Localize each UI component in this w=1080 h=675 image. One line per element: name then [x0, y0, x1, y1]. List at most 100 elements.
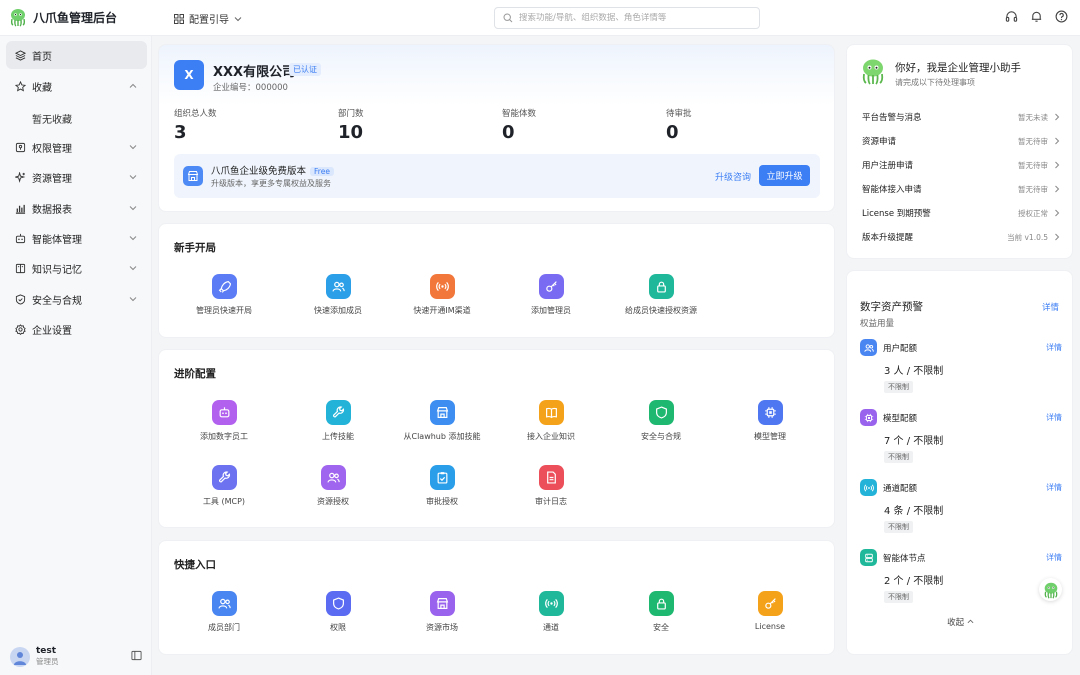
- quick-action-key[interactable]: License: [715, 591, 825, 631]
- quick-action-lock[interactable]: 安全: [606, 591, 716, 633]
- quick-action-icon: [538, 465, 564, 490]
- quota-header: 模型配额: [860, 409, 1062, 426]
- quick-action-signal[interactable]: 快速开通IM渠道: [387, 274, 497, 316]
- avatar: [10, 646, 30, 667]
- brand[interactable]: 八爪鱼管理后台: [8, 7, 117, 27]
- quick-action-label: 资源市场: [426, 623, 458, 632]
- todo-item[interactable]: License 到期预警 授权正常: [862, 207, 1060, 219]
- quota-label: 智能体节点: [883, 553, 926, 564]
- quick-action-chip[interactable]: 模型管理: [715, 400, 825, 442]
- quota-icon: [860, 339, 877, 356]
- todo-item[interactable]: 平台告警与消息 暂无未读: [862, 111, 1060, 123]
- todo-status-wrap: 当前 v1.0.5: [1007, 231, 1060, 243]
- quick-action-store[interactable]: 资源市场: [387, 591, 497, 633]
- sidebar-item-label: 企业设置: [32, 325, 72, 337]
- assets-card: 数字资产预警 详情 权益用量 用户配额 详情 3 人 / 不限制 不限制 模型配额 详情 7…: [846, 270, 1073, 655]
- section-title: 进阶配置: [174, 368, 216, 380]
- quick-action-label: 资源授权: [317, 497, 349, 506]
- user-profile[interactable]: test 管理员: [10, 646, 142, 667]
- sidebar-item-agents[interactable]: 智能体管理: [6, 224, 147, 252]
- upgrade-consult-link[interactable]: 升级咨询: [715, 170, 751, 183]
- quick-action-users[interactable]: 快速添加成员: [283, 274, 393, 316]
- quota-value: 7 个 / 不限制: [884, 436, 944, 447]
- chip-icon: [764, 407, 776, 418]
- quick-action-file[interactable]: 审计日志: [496, 465, 606, 507]
- sidebar-item-permissions[interactable]: 权限管理: [6, 133, 147, 161]
- sidebar-collapse-icon[interactable]: [131, 650, 142, 661]
- quota-label: 模型配额: [883, 413, 918, 424]
- search-input[interactable]: [519, 13, 754, 23]
- todo-item[interactable]: 智能体接入申请 暂无待审: [862, 183, 1060, 195]
- quick-action-signal[interactable]: 通道: [496, 591, 606, 633]
- quota-header: 用户配额: [860, 339, 1062, 356]
- quota-detail-link[interactable]: 详情: [1046, 412, 1062, 423]
- sidebar-item-security[interactable]: 安全与合规: [6, 285, 147, 313]
- quick-action-label: 模型管理: [754, 432, 786, 441]
- quick-action-icon: [538, 591, 564, 616]
- shield-icon: [15, 293, 26, 305]
- grid-icon: [174, 13, 184, 24]
- quick-action-lock[interactable]: 给成员快速授权资源: [606, 274, 716, 316]
- quick-action-shield[interactable]: 安全与合规: [606, 400, 716, 442]
- quota-label: 用户配额: [883, 343, 918, 354]
- sidebar-item-favorites[interactable]: 收藏: [6, 72, 147, 100]
- floating-assistant-button[interactable]: [1039, 578, 1062, 601]
- sidebar-item-label: 数据报表: [32, 204, 72, 216]
- help-icon[interactable]: [1055, 10, 1068, 23]
- quick-action-wrench[interactable]: 上传技能: [283, 400, 393, 442]
- quick-action-key[interactable]: 添加管理员: [496, 274, 606, 316]
- quick-action-label: 工具 (MCP): [202, 497, 246, 506]
- todo-item[interactable]: 版本升级提醒 当前 v1.0.5: [862, 231, 1060, 243]
- quick-action-store[interactable]: 从Clawhub 添加技能: [387, 400, 497, 442]
- signal-icon: [435, 281, 449, 292]
- quick-action-shield[interactable]: 权限: [283, 591, 393, 633]
- sidebar-item-resources[interactable]: 资源管理: [6, 163, 147, 191]
- users-icon: [217, 598, 231, 609]
- quick-action-label: 审计日志: [535, 497, 567, 506]
- bell-icon[interactable]: [1030, 10, 1043, 23]
- quota-item: 通道配额 详情 4 条 / 不限制 不限制: [860, 479, 1062, 533]
- quota-detail-link[interactable]: 详情: [1046, 342, 1062, 353]
- sidebar-item-label: 收藏: [32, 82, 52, 94]
- headset-icon[interactable]: [1005, 10, 1018, 23]
- sidebar-item-reports[interactable]: 数据报表: [6, 194, 147, 222]
- star-icon: [15, 80, 26, 92]
- sidebar-item-settings[interactable]: 企业设置: [6, 315, 147, 343]
- banner-title: 八爪鱼企业级免费版本 Free: [211, 163, 334, 177]
- quick-action-icon: [538, 400, 564, 425]
- assets-detail-link[interactable]: 详情: [1042, 301, 1059, 313]
- quick-action-users[interactable]: 资源授权: [278, 465, 388, 507]
- stat-agents: 智能体数 0: [502, 107, 536, 143]
- quick-action-icon: [320, 465, 346, 490]
- upgrade-now-button[interactable]: 立即升级: [759, 165, 810, 186]
- sidebar-item-knowledge[interactable]: 知识与记忆: [6, 254, 147, 282]
- config-guide-dropdown[interactable]: 配置引导: [174, 11, 242, 26]
- sidebar-item-home[interactable]: 首页: [6, 41, 147, 69]
- quick-action-book[interactable]: 接入企业知识: [496, 400, 606, 442]
- stat-label: 待审批: [666, 109, 692, 119]
- stat-pending: 待审批 0: [666, 107, 692, 143]
- collapse-link[interactable]: 收起: [847, 616, 1074, 628]
- quick-action-robot[interactable]: 添加数字员工: [169, 400, 279, 442]
- quick-action-rocket[interactable]: 管理员快速开局: [169, 274, 279, 316]
- todo-status: 当前 v1.0.5: [1007, 232, 1048, 242]
- quick-action-wrench[interactable]: 工具 (MCP): [169, 465, 279, 507]
- todo-label: 用户注册申请: [862, 161, 914, 171]
- quota-detail-link[interactable]: 详情: [1046, 552, 1062, 563]
- chevron-down-icon: [129, 206, 137, 211]
- todo-item[interactable]: 用户注册申请 暂无待审: [862, 159, 1060, 171]
- quick-action-label: 管理员快速开局: [196, 306, 252, 315]
- quick-action-users[interactable]: 成员部门: [169, 591, 279, 633]
- lock-icon: [656, 598, 666, 610]
- banner-icon: [183, 166, 203, 186]
- quick-action-icon: [211, 591, 237, 616]
- quota-detail-link[interactable]: 详情: [1046, 482, 1062, 493]
- todo-item[interactable]: 资源申请 暂无待审: [862, 135, 1060, 147]
- users-icon: [331, 281, 345, 292]
- quick-action-icon: [757, 400, 783, 425]
- search-box[interactable]: [494, 7, 760, 29]
- quick-action-label: 快速开通IM渠道: [413, 306, 471, 315]
- quota-value: 3 人 / 不限制: [884, 366, 944, 377]
- quota-value: 4 条 / 不限制: [884, 506, 944, 517]
- quick-action-clipboard-check[interactable]: 审批授权: [387, 465, 497, 507]
